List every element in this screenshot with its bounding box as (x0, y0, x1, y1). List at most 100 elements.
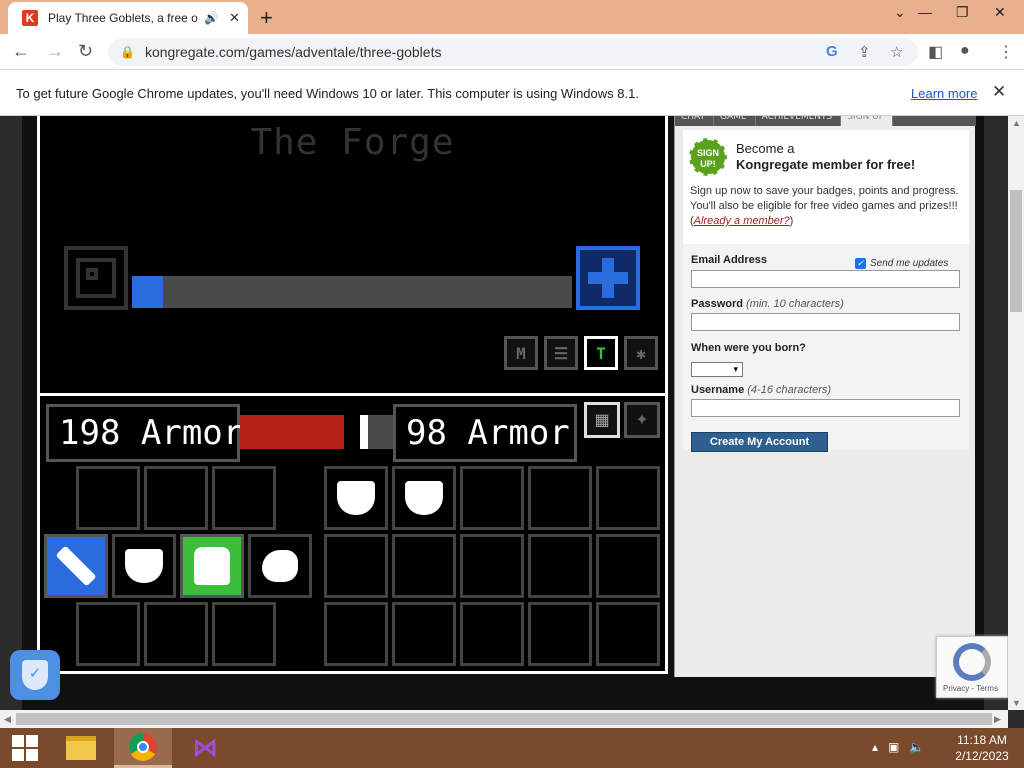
taskbar-clock[interactable]: 11:18 AM 2/12/2023 (950, 732, 1014, 764)
password-label-row: Password (min. 10 characters) (691, 298, 844, 310)
inventory-slot[interactable] (324, 534, 388, 598)
restore-icon[interactable]: ❐ (956, 4, 969, 21)
tab-game[interactable]: GAME (714, 116, 756, 126)
inventory-slot[interactable] (212, 466, 276, 530)
create-account-button[interactable]: Create My Account (691, 432, 828, 452)
inventory-slot[interactable] (324, 466, 388, 530)
scroll-left-arrow-icon[interactable]: ◀ (4, 714, 11, 725)
inventory-slot[interactable] (324, 602, 388, 666)
bookmark-star-icon[interactable]: ☆ (890, 43, 903, 61)
inventory-slot[interactable] (528, 466, 592, 530)
file-explorer-button[interactable] (52, 728, 110, 768)
signup-form: Email Address ✓ Send me updates Password … (683, 244, 969, 450)
omnibox[interactable]: 🔒 kongregate.com/games/adventale/three-g… (108, 38, 918, 66)
plus-icon-vertical (602, 258, 614, 298)
member-heading: Kongregate member for free! (736, 157, 916, 172)
inventory-slot[interactable] (76, 466, 140, 530)
equipped-weapon-slot[interactable] (44, 534, 108, 598)
back-icon[interactable]: ← (12, 41, 30, 62)
browser-tab[interactable]: K Play Three Goblets, a free on 🔊 ✕ (8, 2, 248, 34)
equipped-glove-slot[interactable] (248, 534, 312, 598)
speaker-icon[interactable]: 🔊 (204, 11, 219, 25)
description-end: ) (789, 215, 794, 227)
username-label: Username (691, 384, 745, 396)
inventory-slot[interactable] (596, 602, 660, 666)
inventory-slot[interactable] (212, 602, 276, 666)
profile-avatar-icon[interactable]: ● (960, 42, 970, 60)
chestplate-item-icon (194, 547, 230, 585)
equipped-armor-slot[interactable] (180, 534, 244, 598)
inventory-slot[interactable] (460, 602, 524, 666)
equipped-helmet-slot[interactable] (112, 534, 176, 598)
inventory-slot[interactable] (596, 534, 660, 598)
inventory-slot[interactable] (144, 466, 208, 530)
birth-date-select[interactable]: ▾ (691, 362, 743, 377)
scroll-right-arrow-icon[interactable]: ▶ (994, 714, 1001, 725)
google-icon[interactable]: G (826, 43, 838, 60)
forward-icon[interactable]: → (46, 41, 64, 62)
gear-tool-button[interactable]: ✱ (624, 336, 658, 370)
lock-icon[interactable]: 🔒 (120, 45, 135, 59)
inventory-slot[interactable] (392, 466, 456, 530)
send-updates-checkbox[interactable]: ✓ Send me updates (855, 258, 948, 269)
forge-input-slot[interactable] (64, 246, 128, 310)
inventory-slot[interactable] (528, 534, 592, 598)
recaptcha-terms[interactable]: Privacy - Terms (943, 684, 998, 693)
visual-studio-icon: ⋈ (192, 733, 218, 763)
tab-search-icon[interactable]: ⌄ (894, 4, 906, 21)
menu-kebab-icon[interactable]: ⋮ (998, 42, 1014, 62)
address-bar: ← → ↻ 🔒 kongregate.com/games/adventale/t… (0, 34, 1024, 70)
sword-item-icon (55, 545, 97, 587)
clock-date: 2/12/2023 (955, 749, 1009, 763)
inventory-slot[interactable] (460, 534, 524, 598)
inventory-slot[interactable] (392, 602, 456, 666)
inventory-slot[interactable] (528, 602, 592, 666)
tab-chat[interactable]: CHAT (675, 116, 715, 126)
password-field[interactable] (691, 313, 960, 331)
folder-icon (66, 736, 96, 760)
scroll-down-arrow-icon[interactable]: ▼ (1012, 698, 1021, 708)
close-infobar-icon[interactable]: ✕ (992, 82, 1006, 102)
scroll-up-arrow-icon[interactable]: ▲ (1012, 118, 1021, 128)
infobar-message: To get future Google Chrome updates, you… (16, 86, 639, 101)
already-member-link[interactable]: Already a member? (694, 215, 790, 227)
enemy-armor: 98 Armor (393, 404, 577, 462)
shield-check-icon: ✓ (22, 660, 48, 690)
forge-progress-fill (132, 276, 163, 308)
email-field[interactable] (691, 270, 960, 288)
horizontal-scroll-thumb[interactable] (16, 713, 992, 725)
recaptcha-badge[interactable]: Privacy - Terms (936, 636, 1008, 698)
visual-studio-button[interactable]: ⋈ (176, 728, 234, 768)
inventory-panel: 198 Armor 98 Armor ▦ ✦ (37, 393, 668, 674)
reload-icon[interactable]: ↻ (78, 41, 93, 62)
tab-achievements[interactable]: ACHIEVEMENTS (756, 116, 842, 126)
learn-more-link[interactable]: Learn more (911, 86, 977, 101)
minimize-icon[interactable]: — (918, 4, 932, 20)
settings-gear-button[interactable]: ✦ (624, 402, 660, 438)
new-tab-button[interactable]: + (260, 5, 273, 31)
start-button[interactable] (0, 728, 50, 768)
sign-up-badge-icon: SIGN UP! (689, 138, 727, 176)
map-tool-button[interactable]: M (504, 336, 538, 370)
list-tool-button[interactable]: ☰ (544, 336, 578, 370)
signup-description: Sign up now to save your badges, points … (690, 184, 962, 229)
inventory-slot[interactable] (596, 466, 660, 530)
close-tab-icon[interactable]: ✕ (229, 10, 240, 26)
close-window-icon[interactable]: ✕ (994, 4, 1006, 21)
inventory-slot[interactable] (144, 602, 208, 666)
tab-sign-up[interactable]: SIGN UP (841, 116, 894, 126)
share-icon[interactable]: ⇪ (858, 43, 871, 61)
chrome-taskbar-button[interactable] (114, 728, 172, 768)
grid-view-button[interactable]: ▦ (584, 402, 620, 438)
password-label: Password (691, 298, 743, 310)
inventory-slot[interactable] (392, 534, 456, 598)
inventory-slot[interactable] (460, 466, 524, 530)
side-panel-icon[interactable]: ◧ (928, 42, 943, 62)
anvil-tool-button[interactable]: T (584, 336, 618, 370)
username-field[interactable] (691, 399, 960, 417)
security-shield-button[interactable]: ✓ (10, 650, 60, 700)
forge-output-slot[interactable] (576, 246, 640, 310)
system-tray[interactable]: ▴ ▣ 🔈 (872, 740, 924, 754)
inventory-slot[interactable] (76, 602, 140, 666)
vertical-scroll-thumb[interactable] (1010, 190, 1022, 312)
